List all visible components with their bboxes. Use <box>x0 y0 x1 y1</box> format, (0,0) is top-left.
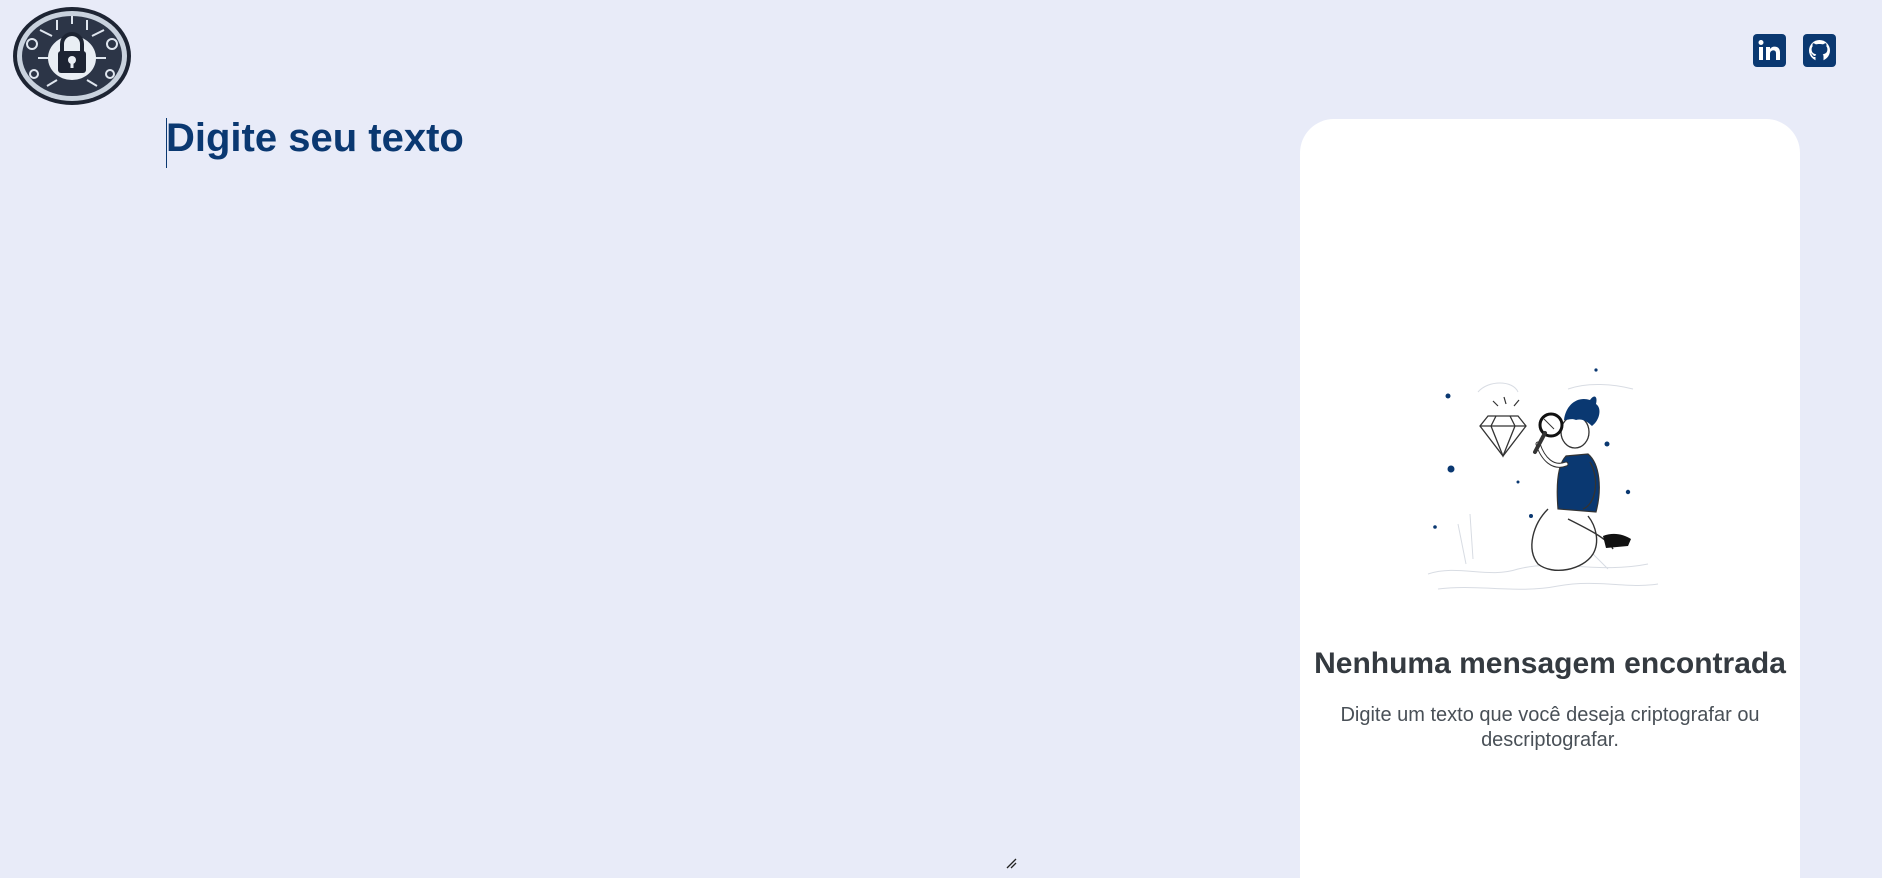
linkedin-link[interactable] <box>1753 34 1786 67</box>
github-link[interactable] <box>1803 34 1836 67</box>
output-panel: Nenhuma mensagem encontrada Digite um te… <box>1300 119 1800 878</box>
page: Nenhuma mensagem encontrada Digite um te… <box>0 0 1882 878</box>
search-illustration <box>1427 368 1659 590</box>
lock-emblem-logo <box>13 7 131 105</box>
linkedin-icon <box>1758 40 1780 60</box>
message-input[interactable] <box>166 116 1016 876</box>
text-caret <box>166 118 167 168</box>
panel-description: Digite um texto que você deseja criptogr… <box>1340 704 1760 751</box>
social-links <box>1753 34 1836 67</box>
github-icon <box>1809 40 1830 61</box>
panel-title: Nenhuma mensagem encontrada <box>1314 647 1786 680</box>
resize-grip-icon[interactable] <box>1005 857 1017 869</box>
